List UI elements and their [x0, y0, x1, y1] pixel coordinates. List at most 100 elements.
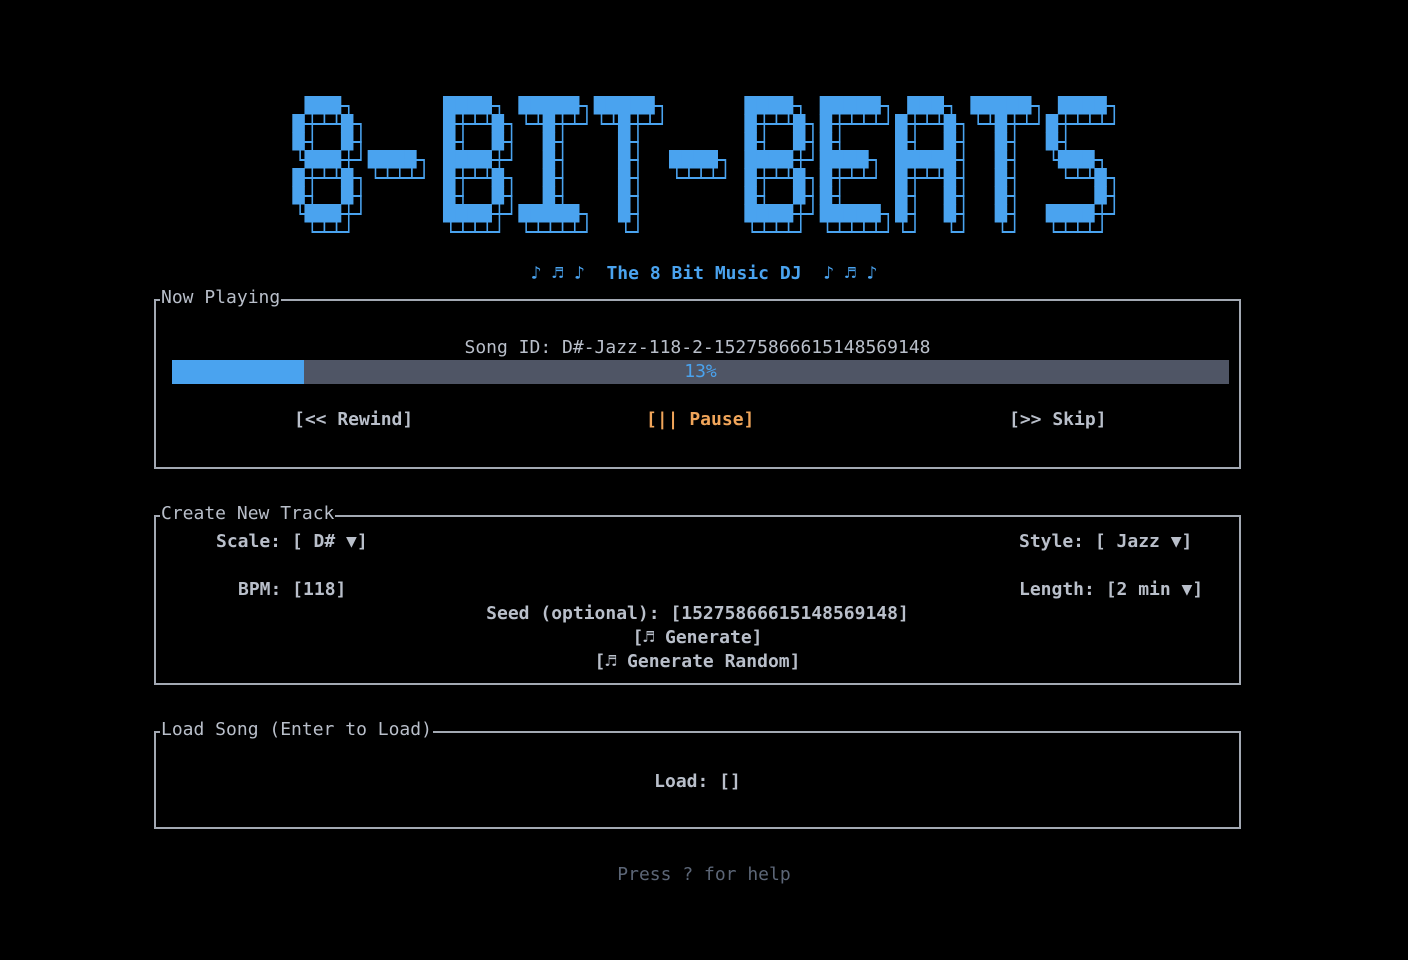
logo-pixel [455, 96, 468, 115]
logo-pixel [292, 132, 305, 151]
logo-pixel [756, 96, 770, 115]
logo-pixel [530, 204, 544, 223]
seed-input[interactable]: Seed (optional): [15275866615148569148] [156, 602, 1239, 626]
logo-pixel [642, 96, 655, 115]
logo-pixel [617, 168, 631, 187]
logo-pixel [744, 204, 757, 223]
logo-pixel [768, 150, 782, 169]
bpm-input[interactable]: BPM: [118] [238, 578, 346, 602]
playback-progress-bar[interactable]: 13% [172, 360, 1229, 384]
logo-pixel [668, 150, 682, 169]
now-playing-panel: Now Playing Song ID: D#-Jazz-118-2-15275… [154, 286, 1241, 469]
logo-pixel [1094, 168, 1107, 187]
length-select[interactable]: Length: [2 min ▼] [1019, 578, 1203, 602]
logo-pixel [895, 204, 908, 223]
logo-pixel [455, 150, 468, 169]
generate-button[interactable]: [♬ Generate] [156, 626, 1239, 650]
logo-pixel [467, 204, 480, 223]
logo-pixel [819, 186, 833, 205]
logo-pixel [442, 168, 456, 187]
logo-pixel [617, 204, 631, 223]
logo-pixel [566, 96, 580, 115]
progress-percent: 13% [684, 361, 717, 382]
logo-pixel [943, 204, 957, 223]
logo-pixel [617, 150, 631, 169]
logo-pixel [442, 132, 456, 151]
logo-pixel [479, 96, 492, 115]
logo-pixel [994, 204, 1008, 223]
logo-pixel [907, 150, 920, 169]
logo-pixel [340, 132, 354, 151]
logo-pixel [994, 132, 1008, 151]
logo-pixel [518, 204, 531, 223]
logo-pixel [943, 168, 957, 187]
load-song-title: Load Song (Enter to Load) [160, 718, 433, 742]
logo-pixel [919, 150, 932, 169]
logo-pixel [630, 96, 643, 115]
logo-pixel [792, 168, 806, 187]
load-input[interactable]: Load: [] [156, 770, 1239, 794]
app-logo [268, 94, 1132, 236]
logo-pixel [744, 186, 757, 205]
logo-pixel [328, 150, 342, 169]
logo-pixel [831, 150, 845, 169]
logo-pixel [1057, 204, 1071, 223]
logo-pixel [304, 204, 317, 223]
logo-pixel [1082, 96, 1095, 115]
logo-pixel [542, 150, 556, 169]
logo-pixel [554, 204, 568, 223]
logo-pixel [340, 114, 354, 133]
logo-pixel [542, 96, 556, 115]
logo-pixel [780, 96, 794, 115]
logo-pixel [895, 168, 908, 187]
logo-pixel [391, 150, 405, 169]
skip-button[interactable]: [>> Skip] [1009, 408, 1107, 432]
logo-pixel [479, 150, 492, 169]
logo-pixel [491, 114, 505, 133]
generate-random-button[interactable]: [♬ Generate Random] [156, 650, 1239, 674]
logo-pixel [943, 132, 957, 151]
app-screen: ♪ ♬ ♪ The 8 Bit Music DJ ♪ ♬ ♪ Now Playi… [0, 0, 1408, 960]
logo-pixel [943, 150, 957, 169]
logo-pixel [1057, 150, 1071, 169]
logo-pixel [1045, 204, 1059, 223]
style-select[interactable]: Style: [ Jazz ▼] [1019, 530, 1192, 554]
logo-pixel [780, 150, 794, 169]
song-id-label: Song ID: D#-Jazz-118-2-15275866615148569… [464, 337, 931, 358]
logo-pixel [442, 114, 456, 133]
pause-button[interactable]: [|| Pause] [646, 408, 754, 432]
logo-pixel [744, 150, 757, 169]
logo-pixel [442, 96, 456, 115]
logo-pixel [768, 204, 782, 223]
logo-pixel [455, 204, 468, 223]
logo-pixel [831, 204, 845, 223]
logo-pixel [617, 132, 631, 151]
logo-pixel [1045, 132, 1059, 151]
logo-pixel [843, 150, 857, 169]
logo-pixel [442, 186, 456, 205]
logo-pixel [819, 168, 833, 187]
logo-pixel [895, 132, 908, 151]
logo-pixel [340, 168, 354, 187]
logo-pixel [982, 96, 996, 115]
logo-pixel [843, 204, 857, 223]
logo-pixel [542, 132, 556, 151]
logo-pixel [617, 186, 631, 205]
logo-pixel [931, 150, 945, 169]
create-track-panel: Create New Track Scale: [ D# ▼] Style: [… [154, 502, 1241, 685]
logo-pixel [768, 96, 782, 115]
scale-select[interactable]: Scale: [ D# ▼] [216, 530, 368, 554]
logo-pixel [895, 150, 908, 169]
rewind-button[interactable]: [<< Rewind] [294, 408, 413, 432]
logo-pixel [792, 132, 806, 151]
logo-pixel [304, 96, 317, 115]
logo-pixel [617, 96, 631, 115]
logo-pixel [491, 132, 505, 151]
logo-pixel [831, 96, 845, 115]
logo-pixel [1094, 186, 1107, 205]
logo-pixel [994, 168, 1008, 187]
load-song-panel: Load Song (Enter to Load) Load: [] [154, 718, 1241, 829]
logo-pixel [491, 168, 505, 187]
now-playing-title: Now Playing [160, 286, 282, 310]
logo-pixel [792, 114, 806, 133]
